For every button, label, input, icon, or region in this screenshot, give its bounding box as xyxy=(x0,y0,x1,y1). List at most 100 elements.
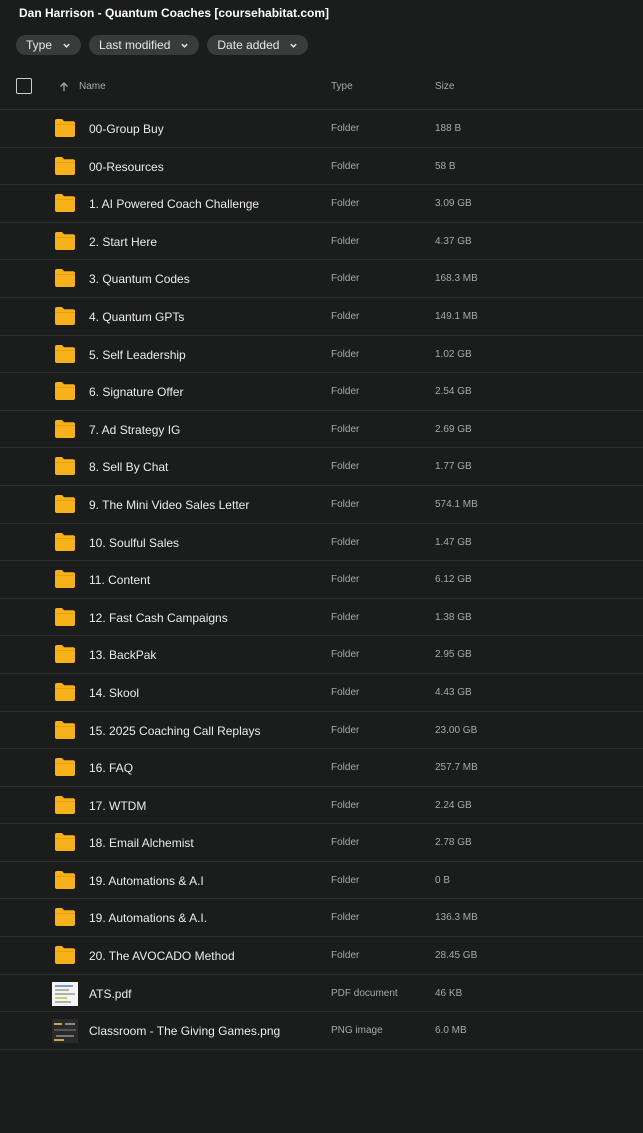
file-size: 4.43 GB xyxy=(435,686,472,698)
file-row[interactable]: 3. Quantum Codes Folder 168.3 MB xyxy=(0,260,643,298)
file-type: Folder xyxy=(331,235,360,247)
file-icon-wrap xyxy=(52,981,78,1006)
column-header-name[interactable]: Name xyxy=(79,81,106,92)
file-row[interactable]: 00-Resources Folder 58 B xyxy=(0,148,643,186)
file-name[interactable]: ATS.pdf xyxy=(89,987,131,1001)
file-name[interactable]: 6. Signature Offer xyxy=(89,385,184,399)
file-row[interactable]: 20. The AVOCADO Method Folder 28.45 GB xyxy=(0,937,643,975)
file-name[interactable]: 11. Content xyxy=(89,573,150,587)
file-row[interactable]: 19. Automations & A.I Folder 0 B xyxy=(0,862,643,900)
file-row[interactable]: 16. FAQ Folder 257.7 MB xyxy=(0,749,643,787)
file-name[interactable]: 12. Fast Cash Campaigns xyxy=(89,611,228,625)
file-row[interactable]: 19. Automations & A.I. Folder 136.3 MB xyxy=(0,899,643,938)
file-icon-wrap xyxy=(52,268,78,290)
file-name[interactable]: 18. Email Alchemist xyxy=(89,836,194,850)
file-size: 1.38 GB xyxy=(435,611,472,623)
file-row[interactable]: 5. Self Leadership Folder 1.02 GB xyxy=(0,336,643,374)
column-header-size[interactable]: Size xyxy=(435,81,454,92)
select-all-checkbox[interactable] xyxy=(16,78,32,94)
file-name[interactable]: 17. WTDM xyxy=(89,799,146,813)
file-size: 1.47 GB xyxy=(435,536,472,548)
file-size: 23.00 GB xyxy=(435,724,478,736)
file-icon-wrap xyxy=(52,682,78,704)
folder-icon xyxy=(55,607,75,626)
file-type: Folder xyxy=(331,160,360,172)
filter-last-modified-label: Last modified xyxy=(99,38,171,52)
file-row[interactable]: 4. Quantum GPTs Folder 149.1 MB xyxy=(0,298,643,336)
file-type: Folder xyxy=(331,686,360,698)
file-name[interactable]: 3. Quantum Codes xyxy=(89,272,190,286)
file-type: Folder xyxy=(331,461,360,473)
file-row[interactable]: 18. Email Alchemist Folder 2.78 GB xyxy=(0,824,643,862)
file-name[interactable]: 15. 2025 Coaching Call Replays xyxy=(89,724,260,738)
file-name[interactable]: 7. Ad Strategy IG xyxy=(89,423,180,437)
file-size: 1.77 GB xyxy=(435,461,472,473)
filter-type-label: Type xyxy=(26,38,53,52)
file-type: Folder xyxy=(331,123,360,134)
file-row[interactable]: 15. 2025 Coaching Call Replays Folder 23.0… xyxy=(0,712,643,750)
file-row[interactable]: 1. AI Powered Coach Challenge Folder 3.09 … xyxy=(0,185,643,223)
sort-ascending-icon[interactable] xyxy=(58,81,70,93)
file-size: 136.3 MB xyxy=(435,912,478,924)
file-name[interactable]: 9. The Mini Video Sales Letter xyxy=(89,498,249,512)
filter-type[interactable]: Type xyxy=(16,35,82,55)
file-name[interactable]: 8. Sell By Chat xyxy=(89,460,168,474)
file-size: 4.37 GB xyxy=(435,235,472,247)
file-name[interactable]: 19. Automations & A.I. xyxy=(89,911,207,925)
file-size: 2.78 GB xyxy=(435,837,472,849)
file-size: 2.24 GB xyxy=(435,799,472,811)
file-row[interactable]: 7. Ad Strategy IG Folder 2.69 GB xyxy=(0,411,643,449)
file-name[interactable]: 00-Resources xyxy=(89,160,164,174)
file-size: 2.95 GB xyxy=(435,649,472,661)
file-row[interactable]: 2. Start Here Folder 4.37 GB xyxy=(0,223,643,261)
file-icon-wrap xyxy=(52,832,78,854)
file-name[interactable]: Classroom - The Giving Games.png xyxy=(89,1024,280,1038)
file-row[interactable]: 10. Soulful Sales Folder 1.47 GB xyxy=(0,524,643,562)
folder-icon xyxy=(55,269,75,288)
file-name[interactable]: 5. Self Leadership xyxy=(89,348,186,362)
folder-icon xyxy=(55,758,75,777)
file-row[interactable]: 9. The Mini Video Sales Letter Folder 574.… xyxy=(0,486,643,524)
file-name[interactable]: 10. Soulful Sales xyxy=(89,536,179,550)
folder-icon xyxy=(55,833,75,852)
file-row[interactable]: Classroom - The Giving Games.png PNG imag… xyxy=(0,1012,643,1050)
file-name[interactable]: 4. Quantum GPTs xyxy=(89,310,184,324)
column-header-type[interactable]: Type xyxy=(331,81,353,92)
file-type: Folder xyxy=(331,423,360,435)
file-icon-wrap xyxy=(52,795,78,817)
file-row[interactable]: ATS.pdf PDF document 46 KB xyxy=(0,975,643,1013)
file-icon-wrap xyxy=(52,231,78,253)
folder-icon xyxy=(55,419,75,438)
file-list: 00-Group Buy Folder 188 B 00-Resources Folde… xyxy=(0,110,643,1050)
file-row[interactable]: 17. WTDM Folder 2.24 GB xyxy=(0,787,643,825)
file-type: PDF document xyxy=(331,987,398,999)
file-name[interactable]: 13. BackPak xyxy=(89,648,156,662)
file-row[interactable]: 13. BackPak Folder 2.95 GB xyxy=(0,636,643,674)
file-row[interactable]: 11. Content Folder 6.12 GB xyxy=(0,561,643,599)
file-name[interactable]: 2. Start Here xyxy=(89,235,157,249)
file-row[interactable]: 00-Group Buy Folder 188 B xyxy=(0,110,643,148)
file-name[interactable]: 16. FAQ xyxy=(89,761,133,775)
file-row[interactable]: 12. Fast Cash Campaigns Folder 1.38 GB xyxy=(0,599,643,637)
file-size: 257.7 MB xyxy=(435,762,478,774)
file-size: 6.12 GB xyxy=(435,574,472,586)
folder-icon xyxy=(55,457,75,476)
file-type: Folder xyxy=(331,386,360,398)
file-size: 3.09 GB xyxy=(435,198,472,210)
file-row[interactable]: 8. Sell By Chat Folder 1.77 GB xyxy=(0,448,643,486)
file-name[interactable]: 00-Group Buy xyxy=(89,122,164,136)
file-type: Folder xyxy=(331,762,360,774)
chevron-down-icon xyxy=(181,43,189,48)
file-icon-wrap xyxy=(52,456,78,478)
file-name[interactable]: 19. Automations & A.I xyxy=(89,874,204,888)
file-type: Folder xyxy=(331,874,360,886)
file-row[interactable]: 14. Skool Folder 4.43 GB xyxy=(0,674,643,712)
file-name[interactable]: 20. The AVOCADO Method xyxy=(89,949,235,963)
file-name[interactable]: 1. AI Powered Coach Challenge xyxy=(89,197,259,211)
file-icon-wrap xyxy=(52,757,78,779)
folder-icon xyxy=(55,645,75,664)
filter-last-modified[interactable]: Last modified xyxy=(89,35,200,55)
file-row[interactable]: 6. Signature Offer Folder 2.54 GB xyxy=(0,373,643,411)
filter-date-added[interactable]: Date added xyxy=(207,35,309,55)
file-name[interactable]: 14. Skool xyxy=(89,686,139,700)
